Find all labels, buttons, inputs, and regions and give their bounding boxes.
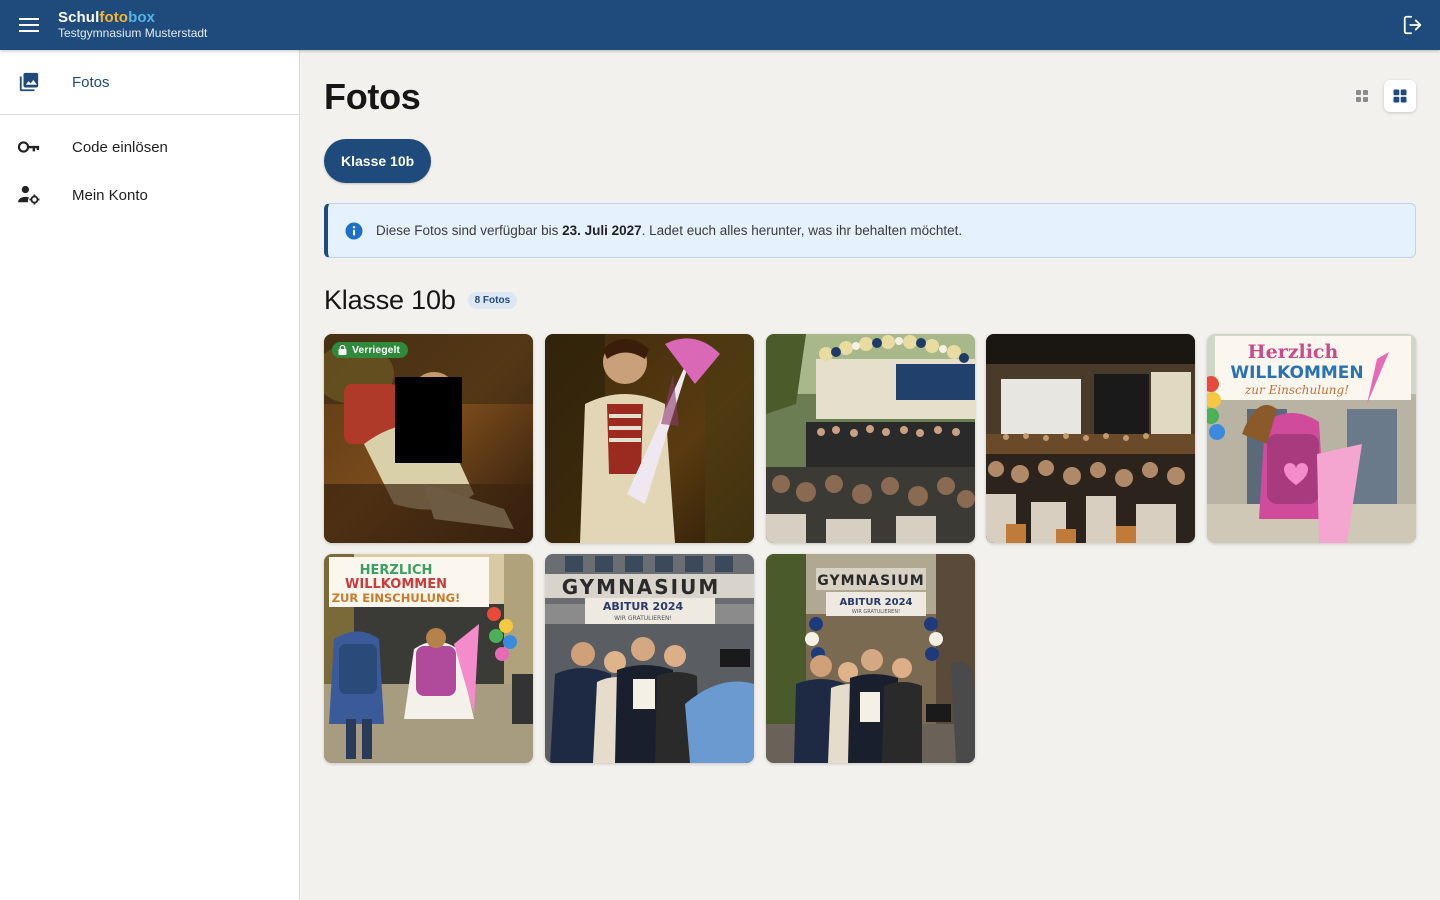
photo-grid: Verriegelt Herzlich WILLKOMMEN zur Einsc… bbox=[324, 334, 1416, 763]
photo-tile-2[interactable] bbox=[544, 334, 754, 543]
brand-name: Schulfotobox bbox=[58, 8, 207, 27]
info-icon bbox=[345, 222, 363, 240]
photo-image: Herzlich WILLKOMMEN zur Einschulung! bbox=[1207, 334, 1416, 543]
info-text-before: Diese Fotos sind verfügbar bis bbox=[376, 223, 563, 238]
photo-banner-line3: zur Einschulung! bbox=[1244, 383, 1349, 397]
photo-tile-3[interactable] bbox=[765, 334, 975, 543]
photo-banner-line1: GYMNASIUM bbox=[817, 573, 924, 589]
photo-tile-6[interactable]: HERZLICH WILLKOMMEN ZUR EINSCHULUNG! bbox=[324, 554, 533, 763]
app-bar: Schulfotobox Testgymnasium Musterstadt bbox=[0, 0, 1440, 50]
sidebar-item-fotos[interactable]: Fotos bbox=[0, 50, 299, 114]
photo-banner-line2: ABITUR 2024 bbox=[603, 600, 684, 613]
logout-icon bbox=[1403, 15, 1422, 35]
photo-banner-line1: Herzlich bbox=[1248, 341, 1339, 363]
grid-large-icon bbox=[1393, 89, 1407, 103]
view-large-grid-button[interactable] bbox=[1384, 80, 1416, 112]
sidebar: Fotos Code einlösen Mein Konto bbox=[0, 50, 300, 900]
account-settings-icon bbox=[18, 184, 40, 206]
view-small-grid-button[interactable] bbox=[1346, 80, 1378, 112]
photo-banner-line3: WIR GRATULIEREN! bbox=[614, 615, 672, 622]
photo-library-icon bbox=[18, 71, 40, 93]
info-text-after: . Ladet euch alles herunter, was ihr beh… bbox=[641, 223, 963, 238]
locked-badge: Verriegelt bbox=[332, 342, 408, 358]
grid-small-icon bbox=[1356, 90, 1368, 102]
photo-tile-7[interactable]: GYMNASIUM ABITUR 2024 WIR GRATULIEREN! bbox=[544, 554, 754, 763]
section-title: Klasse 10b bbox=[324, 285, 456, 315]
photo-image bbox=[986, 334, 1196, 543]
main-content: Fotos Klasse 10b Diese Fotos sind verfüg… bbox=[300, 50, 1440, 900]
availability-info-banner: Diese Fotos sind verfügbar bis 23. Juli … bbox=[324, 203, 1416, 258]
logout-button[interactable] bbox=[1400, 12, 1426, 38]
hamburger-menu-icon bbox=[19, 18, 39, 32]
school-name: Testgymnasium Musterstadt bbox=[58, 26, 208, 41]
sidebar-item-mein-konto[interactable]: Mein Konto bbox=[0, 171, 299, 219]
photo-image bbox=[544, 334, 754, 543]
info-text: Diese Fotos sind verfügbar bis 23. Juli … bbox=[376, 223, 962, 238]
photo-tile-1[interactable]: Verriegelt bbox=[324, 334, 533, 543]
sidebar-item-label: Fotos bbox=[72, 73, 110, 91]
sidebar-divider bbox=[0, 114, 299, 115]
photo-tile-4[interactable] bbox=[986, 334, 1196, 543]
brand-name-part1: Schul bbox=[58, 8, 100, 26]
page-title: Fotos bbox=[324, 76, 421, 117]
photo-banner-line2: WILLKOMMEN bbox=[345, 577, 447, 592]
photo-image: HERZLICH WILLKOMMEN ZUR EINSCHULUNG! bbox=[324, 554, 533, 763]
photo-banner-line3: ZUR EINSCHULUNG! bbox=[332, 591, 461, 605]
photo-image bbox=[765, 334, 975, 543]
photo-banner-line2: ABITUR 2024 bbox=[839, 597, 912, 608]
brand-name-part3: box bbox=[128, 8, 156, 26]
photo-image: GYMNASIUM ABITUR 2024 WIR GRATULIEREN! bbox=[765, 554, 975, 763]
brand-name-part2: foto bbox=[99, 8, 129, 26]
photo-count-badge: 8 Fotos bbox=[467, 292, 518, 309]
section-header: Klasse 10b 8 Fotos bbox=[324, 285, 518, 316]
key-icon bbox=[18, 136, 40, 158]
sidebar-item-label: Code einlösen bbox=[72, 138, 168, 156]
lock-icon bbox=[338, 345, 347, 355]
photo-image: GYMNASIUM ABITUR 2024 WIR GRATULIEREN! bbox=[544, 554, 754, 763]
photo-image bbox=[324, 334, 533, 543]
sidebar-item-code-einloesen[interactable]: Code einlösen bbox=[0, 123, 299, 171]
photo-banner-line2: WILLKOMMEN bbox=[1230, 363, 1363, 383]
view-toggle bbox=[1346, 80, 1416, 112]
class-filter-chip[interactable]: Klasse 10b bbox=[324, 139, 432, 183]
brand: Schulfotobox Testgymnasium Musterstadt bbox=[58, 8, 208, 41]
sidebar-item-label: Mein Konto bbox=[72, 186, 148, 204]
menu-button[interactable] bbox=[0, 0, 58, 50]
photo-tile-5[interactable]: Herzlich WILLKOMMEN zur Einschulung! bbox=[1207, 334, 1416, 543]
photo-banner-line3: WIR GRATULIEREN! bbox=[851, 609, 899, 615]
info-date: 23. Juli 2027 bbox=[562, 223, 642, 238]
locked-badge-label: Verriegelt bbox=[352, 344, 400, 356]
photo-banner-line1: GYMNASIUM bbox=[561, 575, 720, 599]
photo-tile-8[interactable]: GYMNASIUM ABITUR 2024 WIR GRATULIEREN! bbox=[765, 554, 975, 763]
photo-banner-line1: HERZLICH bbox=[360, 563, 433, 578]
